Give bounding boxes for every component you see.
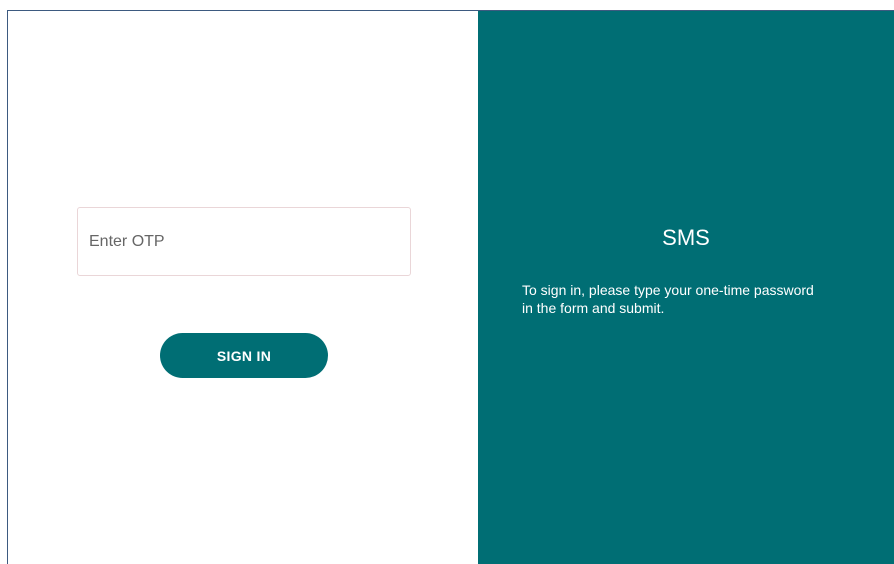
login-form-panel: SIGN IN — [8, 11, 478, 564]
info-panel-description: To sign in, please type your one-time pa… — [522, 282, 814, 316]
otp-input[interactable] — [77, 207, 411, 276]
info-panel-title: SMS — [662, 225, 710, 250]
info-panel: SMS To sign in, please type your one-tim… — [478, 11, 894, 564]
login-dialog: SIGN IN SMS To sign in, please type your… — [7, 10, 894, 564]
sign-in-button[interactable]: SIGN IN — [160, 333, 328, 378]
